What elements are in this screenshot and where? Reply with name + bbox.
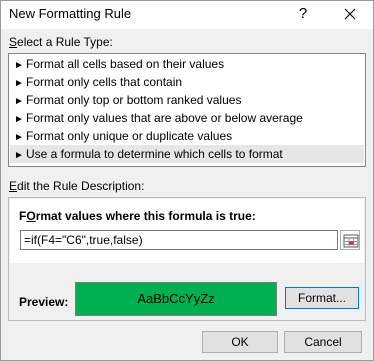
rule-type-item-selected[interactable]: ► Use a formula to determine which cells …: [10, 145, 364, 163]
format-button[interactable]: Format...: [285, 287, 359, 309]
new-formatting-rule-dialog: New Formatting Rule ? Select a Rule Type…: [0, 0, 374, 361]
rule-type-list[interactable]: ► Format all cells based on their values …: [8, 53, 366, 167]
rule-description-panel: FOrmat values where this formula is true…: [8, 197, 366, 321]
title-bar: New Formatting Rule ?: [1, 1, 373, 29]
close-button[interactable]: [334, 3, 368, 25]
collapse-dialog-icon: [343, 234, 359, 248]
rule-type-label: Select a Rule Type:: [9, 35, 113, 49]
close-icon: [344, 8, 356, 20]
help-icon: ?: [298, 5, 308, 22]
rule-type-item[interactable]: ► Format only cells that contain: [10, 73, 364, 91]
cancel-button[interactable]: Cancel: [284, 331, 362, 353]
rule-type-item[interactable]: ► Format only top or bottom ranked values: [10, 91, 364, 109]
preview-sample: AaBbCcYyZz: [75, 282, 277, 316]
range-selector-button[interactable]: [340, 230, 360, 250]
rule-type-item[interactable]: ► Format only values that are above or be…: [10, 109, 364, 127]
preview-label: Preview:: [19, 295, 69, 309]
rule-description-label: Edit the Rule Description:: [9, 179, 145, 193]
dialog-title: New Formatting Rule: [9, 6, 132, 21]
help-button[interactable]: ?: [290, 3, 316, 25]
formula-input[interactable]: =if(F4="C6",true,false): [20, 230, 338, 250]
ok-button[interactable]: OK: [202, 331, 278, 353]
formula-section: FOrmat values where this formula is true…: [10, 199, 364, 263]
rule-type-item[interactable]: ► Format only unique or duplicate values: [10, 127, 364, 145]
formula-heading: FOrmat values where this formula is true…: [19, 209, 256, 223]
arrow-icon: ►: [14, 150, 24, 161]
rule-type-item[interactable]: ► Format all cells based on their values: [10, 55, 364, 73]
